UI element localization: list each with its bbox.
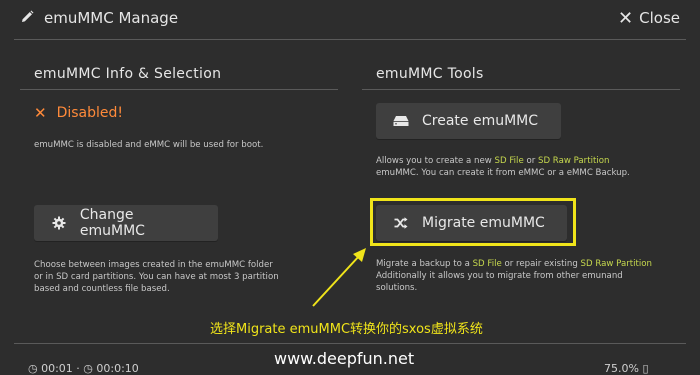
footer-divider [14,343,686,344]
footer-time-fragment: ◷ 00:01 · ◷ 00:0:10 [28,362,139,375]
footer-battery-fragment: 75.0% ▯ [604,362,649,375]
annotation-text: 选择Migrate emuMMC转换你的sxos虚拟系统 [210,322,483,337]
watermark: www.deepfun.net [274,349,415,368]
